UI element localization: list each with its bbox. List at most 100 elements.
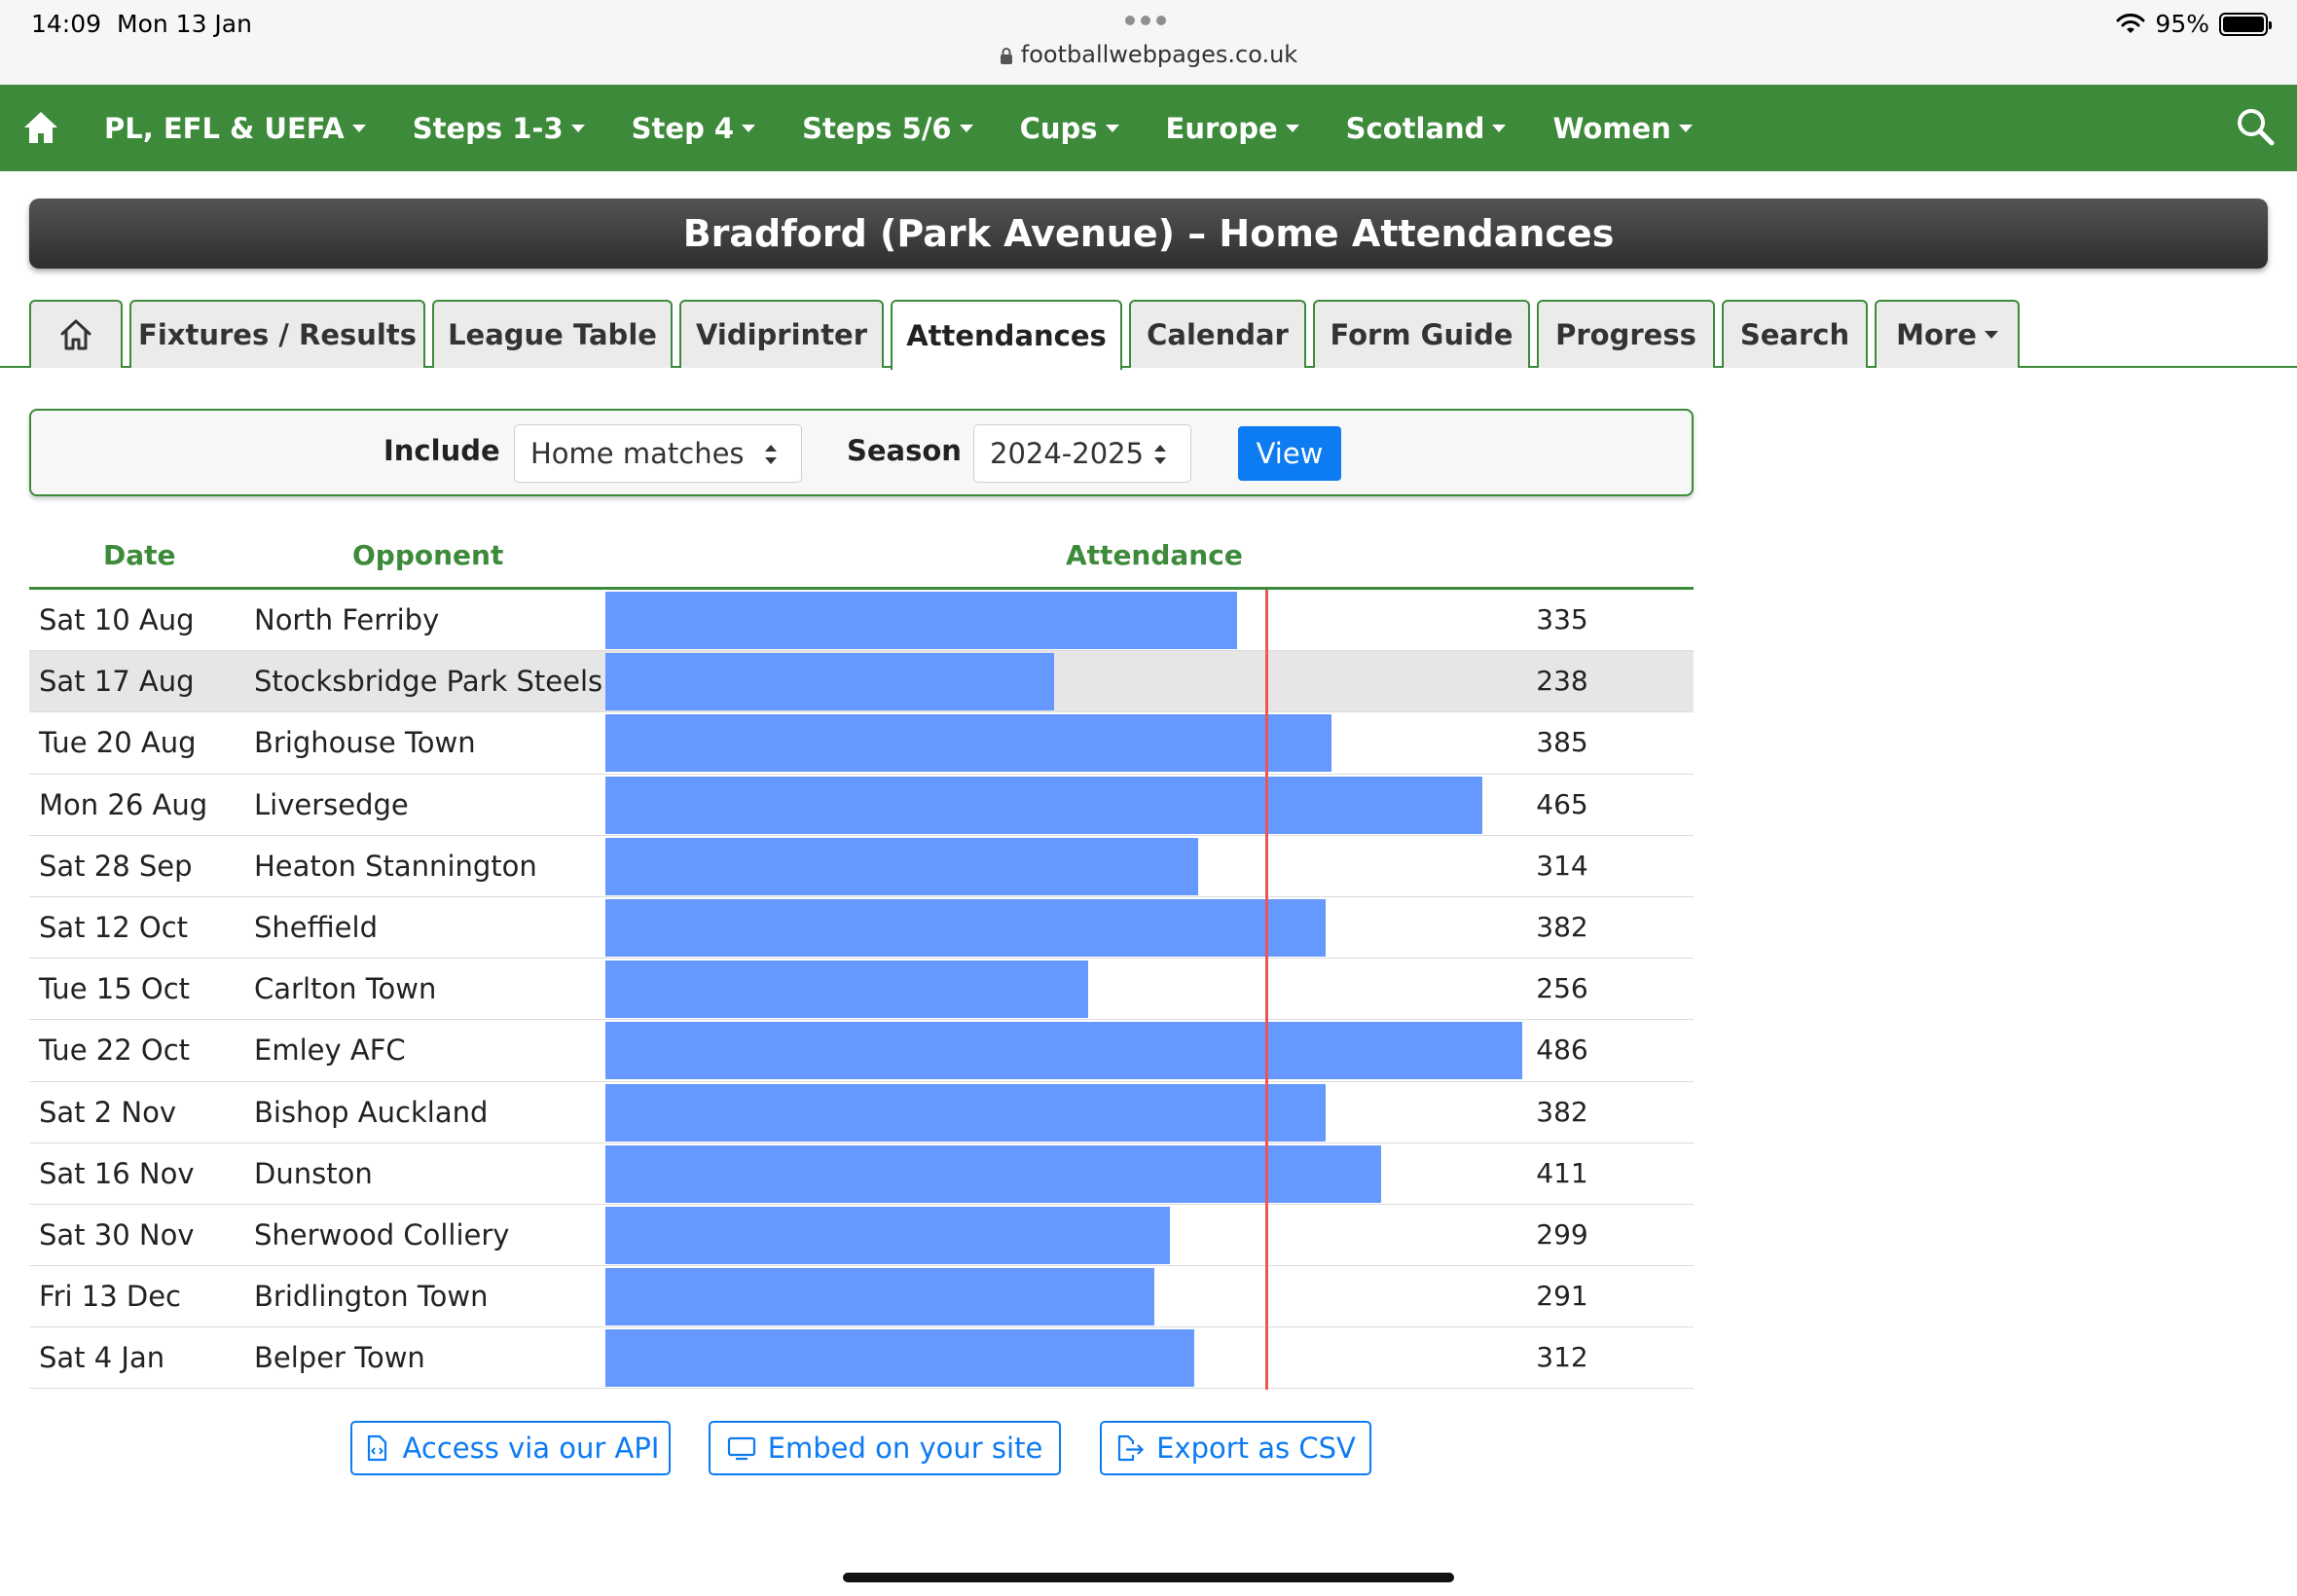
row-opponent: Liversedge xyxy=(254,787,409,821)
nav-item-cups[interactable]: Cups xyxy=(1020,112,1119,145)
table-row: Mon 26 Aug Liversedge 465 xyxy=(29,775,1694,836)
page-title: Bradford (Park Avenue) – Home Attendance… xyxy=(29,199,2268,269)
table-row: Sat 16 Nov Dunston 411 xyxy=(29,1143,1694,1205)
home-icon[interactable] xyxy=(21,108,60,147)
select-arrows-icon xyxy=(765,445,777,464)
nav-item-pl-efl-uefa[interactable]: PL, EFL & UEFA xyxy=(104,112,366,145)
row-opponent: Sherwood Colliery xyxy=(254,1217,510,1251)
tab-more[interactable]: More xyxy=(1875,300,2020,368)
attendance-bar xyxy=(605,1083,1327,1142)
row-opponent: Stocksbridge Park Steels xyxy=(254,665,603,699)
header-attendance: Attendance xyxy=(1066,539,1243,571)
average-attendance-line xyxy=(1265,590,1268,1390)
row-attendance: 382 xyxy=(1536,910,1588,943)
row-date: Tue 22 Oct xyxy=(39,1034,191,1068)
include-value: Home matches xyxy=(530,437,745,470)
attendance-bar xyxy=(605,714,1332,773)
row-attendance: 385 xyxy=(1536,726,1588,759)
more-dots-icon[interactable] xyxy=(1125,16,1166,25)
select-arrows-icon xyxy=(1154,445,1166,464)
row-date: Sat 17 Aug xyxy=(39,665,195,699)
table-row: Sat 30 Nov Sherwood Colliery 299 xyxy=(29,1205,1694,1267)
battery-icon xyxy=(2219,12,2272,36)
row-date: Sat 10 Aug xyxy=(39,603,195,636)
row-attendance: 256 xyxy=(1536,972,1588,1005)
caret-down-icon xyxy=(1492,124,1507,132)
row-opponent: Bridlington Town xyxy=(254,1280,489,1314)
table-row: Tue 15 Oct Carlton Town 256 xyxy=(29,959,1694,1021)
main-navbar: PL, EFL & UEFA Steps 1-3 Step 4 Steps 5/… xyxy=(0,85,2297,171)
row-date: Sat 2 Nov xyxy=(39,1095,177,1129)
row-date: Sat 4 Jan xyxy=(39,1341,165,1375)
row-date: Fri 13 Dec xyxy=(39,1280,182,1314)
attendance-bar xyxy=(605,898,1327,957)
file-export-icon xyxy=(1118,1434,1145,1462)
attendance-bar xyxy=(605,592,1238,649)
include-label: Include xyxy=(383,434,500,467)
caret-down-icon xyxy=(959,124,973,132)
row-attendance: 335 xyxy=(1536,603,1588,635)
row-opponent: Carlton Town xyxy=(254,972,437,1006)
caret-down-icon xyxy=(742,124,756,132)
tab-fixtures-results[interactable]: Fixtures / Results xyxy=(129,300,425,368)
export-csv-button[interactable]: Export as CSV xyxy=(1100,1421,1371,1475)
row-opponent: Bishop Auckland xyxy=(254,1095,489,1129)
table-row: Sat 28 Sep Heaton Stannington 314 xyxy=(29,836,1694,897)
status-bar: 14:09 Mon 13 Jan footballwebpages.co.uk … xyxy=(0,0,2297,85)
caret-down-icon xyxy=(351,124,366,132)
row-attendance: 312 xyxy=(1536,1341,1588,1374)
include-select[interactable]: Home matches xyxy=(514,424,802,483)
embed-button[interactable]: Embed on your site xyxy=(709,1421,1061,1475)
row-opponent: Heaton Stannington xyxy=(254,849,537,883)
season-value: 2024-2025 xyxy=(990,437,1145,470)
wifi-icon xyxy=(2116,13,2145,33)
api-button[interactable]: Access via our API xyxy=(350,1421,671,1475)
attendance-bar xyxy=(605,1268,1155,1326)
status-time: 14:09 xyxy=(31,10,102,38)
season-select[interactable]: 2024-2025 xyxy=(973,424,1191,483)
status-date: Mon 13 Jan xyxy=(117,10,252,38)
status-right: 95% xyxy=(2116,10,2272,38)
tab-home[interactable] xyxy=(29,300,123,368)
view-button[interactable]: View xyxy=(1238,426,1341,481)
tab-league-table[interactable]: League Table xyxy=(432,300,673,368)
table-header: Date Opponent Attendance xyxy=(29,533,1694,590)
nav-item-europe[interactable]: Europe xyxy=(1166,112,1299,145)
tab-search[interactable]: Search xyxy=(1722,300,1868,368)
row-date: Sat 16 Nov xyxy=(39,1156,195,1190)
row-date: Sat 12 Oct xyxy=(39,910,189,944)
row-date: Mon 26 Aug xyxy=(39,787,208,821)
nav-item-women[interactable]: Women xyxy=(1552,112,1693,145)
file-code-icon xyxy=(367,1434,386,1462)
caret-down-icon xyxy=(1984,331,1998,339)
attendance-bar xyxy=(605,653,1055,711)
tab-form-guide[interactable]: Form Guide xyxy=(1313,300,1530,368)
row-opponent: Sheffield xyxy=(254,910,378,944)
nav-item-steps-1-3[interactable]: Steps 1-3 xyxy=(413,112,585,145)
tab-attendances[interactable]: Attendances xyxy=(891,300,1122,370)
table-row: Tue 22 Oct Emley AFC 486 xyxy=(29,1020,1694,1082)
tab-progress[interactable]: Progress xyxy=(1537,300,1715,368)
caret-down-icon xyxy=(1678,124,1693,132)
address-bar[interactable]: footballwebpages.co.uk xyxy=(0,41,2297,68)
row-date: Sat 28 Sep xyxy=(39,849,193,883)
row-attendance: 411 xyxy=(1536,1156,1588,1189)
attendance-table: Sat 10 Aug North Ferriby 335 Sat 17 Aug Stoc… xyxy=(29,590,1694,1390)
filter-panel: Include Home matches Season 2024-2025 Vi… xyxy=(29,409,1694,496)
attendance-bar xyxy=(605,776,1483,834)
tab-vidiprinter[interactable]: Vidiprinter xyxy=(679,300,884,368)
attendance-bar xyxy=(605,1329,1194,1388)
header-opponent: Opponent xyxy=(352,539,504,571)
nav-item-steps-5-6[interactable]: Steps 5/6 xyxy=(802,112,973,145)
search-icon[interactable] xyxy=(2235,106,2276,147)
attendance-bar xyxy=(605,961,1089,1019)
api-label: Access via our API xyxy=(402,1432,660,1465)
row-date: Tue 20 Aug xyxy=(39,726,197,760)
tab-calendar[interactable]: Calendar xyxy=(1129,300,1306,368)
row-attendance: 299 xyxy=(1536,1217,1588,1251)
nav-item-scotland[interactable]: Scotland xyxy=(1346,112,1507,145)
nav-item-step-4[interactable]: Step 4 xyxy=(632,112,756,145)
caret-down-icon xyxy=(1105,124,1119,132)
lock-icon xyxy=(1000,48,1012,64)
row-opponent: Emley AFC xyxy=(254,1034,406,1068)
